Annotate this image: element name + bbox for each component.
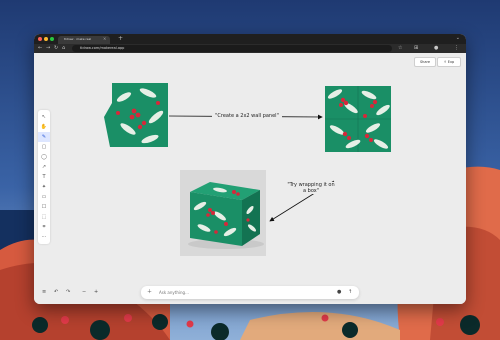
tab-active[interactable]: tldraw · make real × <box>58 36 110 44</box>
back-icon[interactable]: ← <box>38 45 42 52</box>
new-tab-button[interactable]: + <box>118 34 123 43</box>
menu-icon[interactable]: ⋮ <box>454 45 459 52</box>
tab-close-icon[interactable]: × <box>103 36 106 41</box>
attach-icon[interactable]: ＋ <box>147 286 152 299</box>
mic-icon[interactable]: ● <box>337 286 341 299</box>
reload-icon[interactable]: ↻ <box>54 45 58 52</box>
undo-icon[interactable]: ↶ <box>54 287 58 297</box>
send-icon[interactable]: ↑ <box>348 286 352 299</box>
star-icon[interactable]: ☆ <box>398 45 402 52</box>
address-bar[interactable]: tldraw.com/makereal.app <box>72 45 392 52</box>
profile-icon[interactable]: ● <box>434 45 438 52</box>
arrow-label-box[interactable]: "Try wrapping it on a box" <box>286 182 336 194</box>
tab-search-icon[interactable]: ⌄ <box>456 34 460 43</box>
browser-window: tldraw · make real × + ⌄ ← → ↻ ⌂ tldraw.… <box>34 34 466 304</box>
prompt-bar[interactable]: ＋ Ask anything... ● ↑ <box>141 286 359 299</box>
maximize-window-button[interactable] <box>50 37 54 41</box>
connector-arrows <box>168 114 335 222</box>
url-text[interactable]: tldraw.com/makereal.app <box>80 45 124 52</box>
extensions-icon[interactable]: ⊞ <box>414 45 418 52</box>
arrow-label-wall-panel[interactable]: "Create a 2x2 wall panel" <box>212 113 282 119</box>
browser-toolbar: ← → ↻ ⌂ tldraw.com/makereal.app ☆ ⊞ ● ⋮ <box>34 44 466 53</box>
canvas[interactable]: Share ⇪ Exp ↖ ✋ ✎ ▢ ◯ ↗ T ✦ ▭ ☐ ⬚ ⌗ ⋯ "C… <box>34 53 466 304</box>
tab-bar: tldraw · make real × + ⌄ <box>34 34 466 44</box>
zoom-in-icon[interactable]: + <box>94 287 98 297</box>
minimize-window-button[interactable] <box>44 37 48 41</box>
prompt-input[interactable]: Ask anything... <box>159 286 189 299</box>
zoom-out-icon[interactable]: − <box>82 287 86 297</box>
close-window-button[interactable] <box>38 37 42 41</box>
forward-icon[interactable]: → <box>46 45 50 52</box>
main-menu-icon[interactable]: ≡ <box>42 287 46 297</box>
home-icon[interactable]: ⌂ <box>62 45 65 52</box>
bottom-left-controls: ≡ ↶ ↷ − + <box>40 287 104 297</box>
tab-title: tldraw · make real <box>64 37 92 41</box>
redo-icon[interactable]: ↷ <box>66 287 70 297</box>
